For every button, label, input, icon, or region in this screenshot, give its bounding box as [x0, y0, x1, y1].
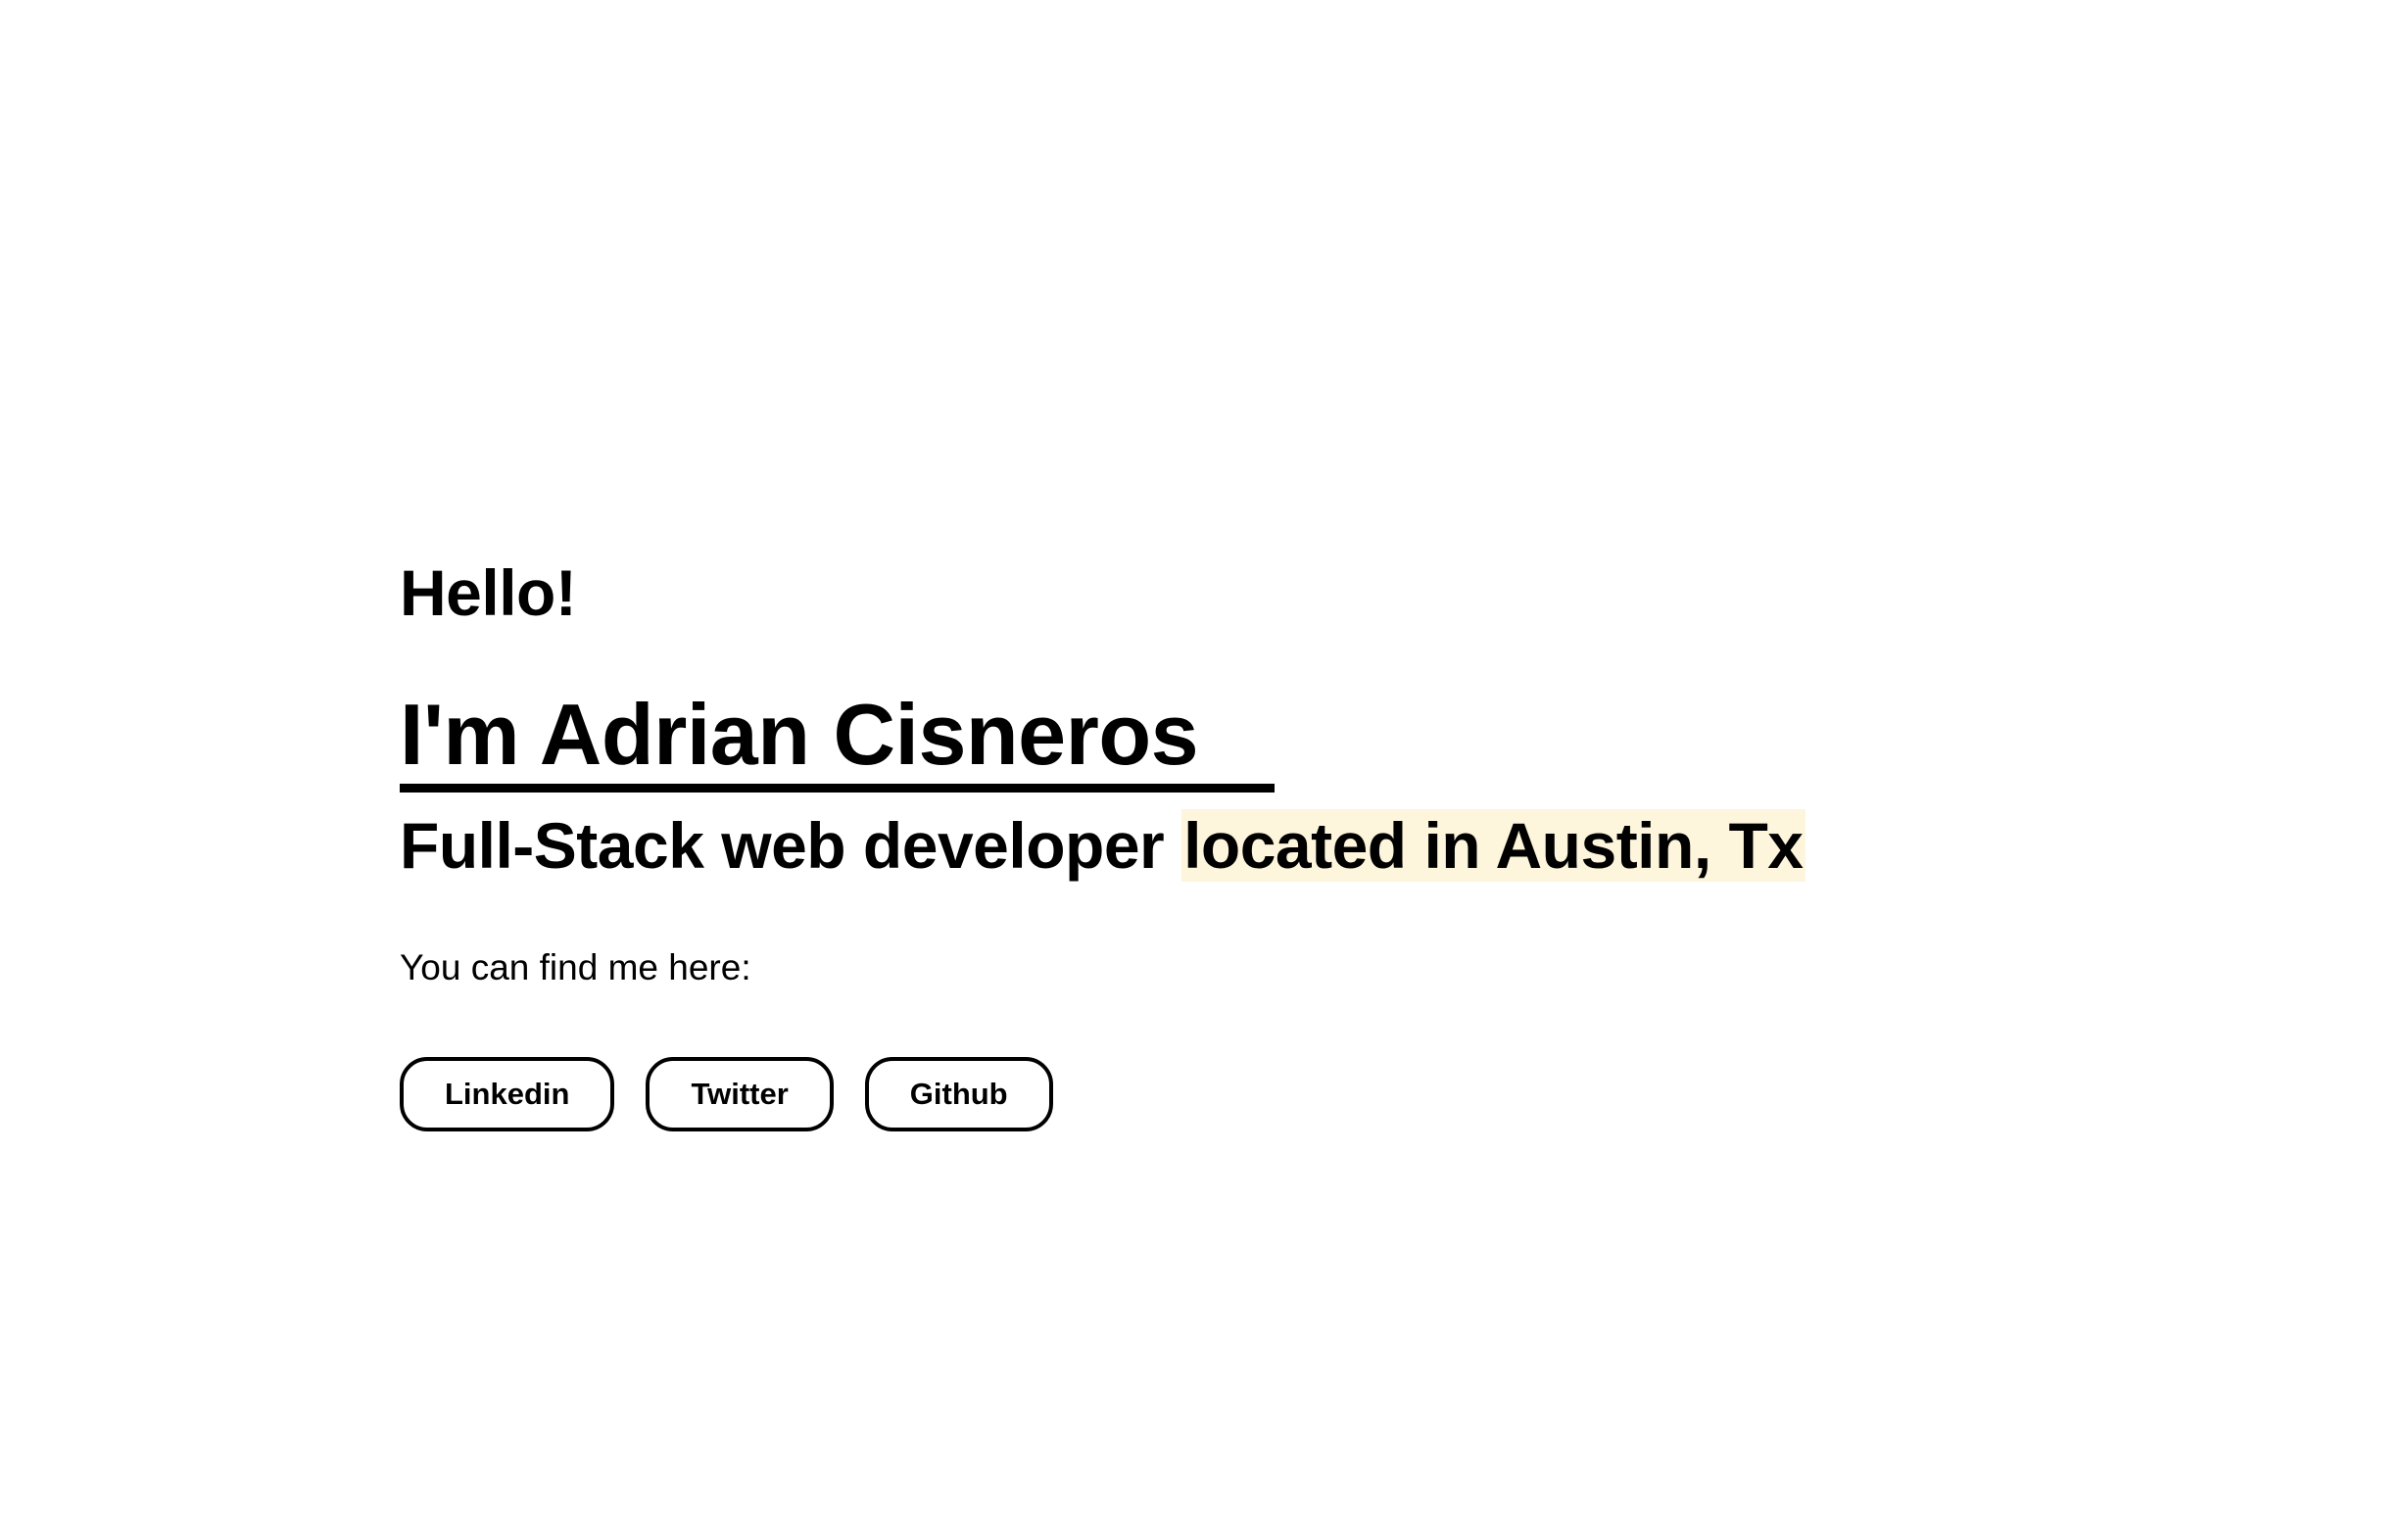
twitter-button[interactable]: Twitter	[646, 1057, 834, 1131]
greeting-heading: Hello!	[400, 556, 577, 629]
social-links: Linkedin Twitter Github	[400, 1057, 2261, 1131]
github-button[interactable]: Github	[864, 1057, 1053, 1131]
tagline-heading: Full-Stack web developer located in Aust…	[400, 808, 2261, 883]
tagline-location-highlight: located in Austin, Tx	[1181, 809, 1806, 882]
find-me-text: You can find me here:	[400, 947, 751, 987]
name-heading: I'm Adrian Cisneros	[400, 686, 1276, 793]
hero-section: Hello! I'm Adrian Cisneros Full-Stack we…	[400, 549, 2261, 1131]
tagline-prefix: Full-Stack web developer	[400, 809, 1182, 882]
linkedin-button[interactable]: Linkedin	[400, 1057, 615, 1131]
